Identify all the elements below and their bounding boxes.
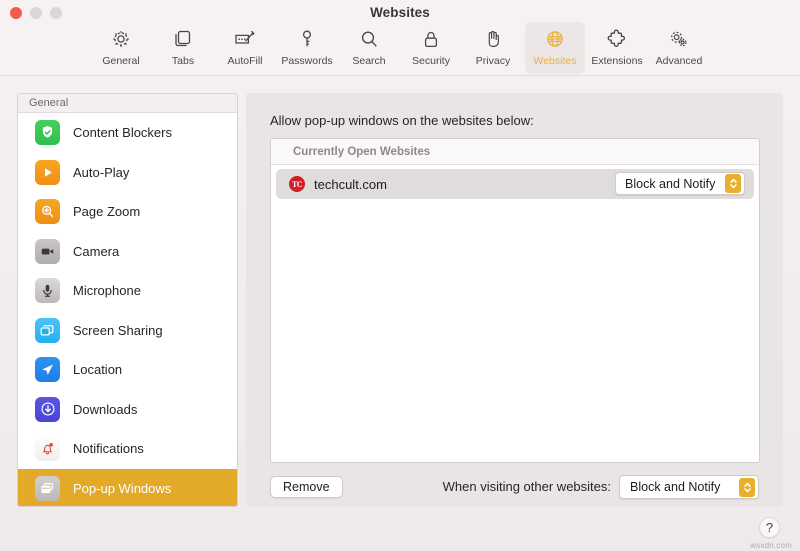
toolbar-label: AutoFill	[227, 55, 263, 67]
sidebar-item-label: Screen Sharing	[73, 322, 163, 338]
preferences-toolbar: General Tabs AutoFill Passwords Search S…	[0, 22, 800, 76]
toolbar-item-general[interactable]: General	[91, 22, 151, 74]
microphone-icon	[35, 278, 60, 304]
sidebar-item-microphone[interactable]: Microphone	[18, 271, 237, 311]
gears-icon	[666, 26, 692, 52]
table-row[interactable]: TC techcult.com Block and Notify	[276, 169, 754, 199]
toolbar-item-tabs[interactable]: Tabs	[153, 22, 213, 74]
chevron-updown-icon[interactable]	[725, 174, 741, 193]
toolbar-item-autofill[interactable]: AutoFill	[215, 22, 275, 74]
sidebar-item-label: Location	[73, 362, 123, 378]
key-icon	[295, 26, 319, 52]
sidebar-item-label: Notifications	[73, 441, 144, 457]
toolbar-label: Search	[352, 55, 386, 67]
site-popup-setting-select[interactable]: Block and Notify	[615, 172, 745, 195]
websites-listbox[interactable]: Currently Open Websites TC techcult.com …	[270, 138, 760, 463]
windows-icon	[35, 475, 60, 501]
tabs-icon	[171, 26, 195, 52]
sidebar-header: General	[18, 94, 237, 113]
sidebar-item-auto-play[interactable]: Auto-Play	[18, 153, 237, 193]
watermark: wsxdn.com	[750, 541, 792, 550]
sidebar-item-content-blockers[interactable]: Content Blockers	[18, 113, 237, 153]
sidebar-item-pop-up-windows[interactable]: Pop-up Windows	[18, 468, 237, 506]
site-domain: techcult.com	[314, 176, 387, 192]
toolbar-label: General	[102, 55, 140, 67]
sidebar-item-downloads[interactable]: Downloads	[18, 390, 237, 430]
sidebar-item-camera[interactable]: Camera	[18, 232, 237, 272]
sidebar-item-label: Pop-up Windows	[73, 480, 172, 496]
toolbar-label: Tabs	[171, 55, 195, 67]
screen-share-icon	[35, 317, 60, 343]
sidebar-item-label: Auto-Play	[73, 164, 130, 180]
window-title: Websites	[370, 5, 430, 20]
hand-icon	[481, 26, 505, 52]
sidebar-item-label: Downloads	[73, 401, 138, 417]
sidebar-list: Content Blockers Auto-Play Page Zoom Cam…	[18, 113, 237, 506]
globe-icon	[543, 26, 567, 52]
toolbar-item-websites[interactable]: Websites	[525, 22, 585, 74]
download-icon	[35, 396, 60, 422]
favicon-icon: TC	[289, 176, 305, 192]
sidebar-item-page-zoom[interactable]: Page Zoom	[18, 192, 237, 232]
other-websites-label: When visiting other websites:	[442, 479, 611, 494]
remove-button-label: Remove	[283, 480, 330, 494]
sidebar-item-screen-sharing[interactable]: Screen Sharing	[18, 311, 237, 351]
sidebar-item-label: Microphone	[73, 283, 141, 299]
sidebar-item-label: Content Blockers	[73, 125, 172, 141]
select-value: Block and Notify	[625, 176, 716, 191]
panel-heading: Allow pop-up windows on the websites bel…	[270, 113, 534, 128]
detail-panel: Allow pop-up windows on the websites bel…	[246, 93, 783, 507]
toolbar-label: Privacy	[475, 55, 511, 67]
location-arrow-icon	[35, 357, 60, 383]
content-area: General Content Blockers Auto-Play Page …	[0, 76, 800, 551]
magnifier-plus-icon	[35, 199, 60, 225]
safari-preferences-window: Websites General Tabs AutoFill Passwords…	[0, 0, 800, 551]
sidebar-item-label: Camera	[73, 243, 120, 259]
toolbar-item-search[interactable]: Search	[339, 22, 399, 74]
toolbar-item-security[interactable]: Security	[401, 22, 461, 74]
toolbar-label: Passwords	[281, 55, 333, 67]
camera-icon	[35, 238, 60, 264]
remove-button[interactable]: Remove	[270, 476, 343, 498]
chevron-updown-icon[interactable]	[739, 477, 755, 497]
lock-icon	[419, 26, 443, 52]
sidebar-item-location[interactable]: Location	[18, 350, 237, 390]
toolbar-label: Websites	[533, 55, 577, 67]
bell-icon	[35, 436, 60, 462]
listbox-section-header: Currently Open Websites	[271, 139, 759, 165]
toolbar-label: Extensions	[591, 55, 643, 67]
help-button[interactable]: ?	[759, 517, 780, 538]
autofill-icon	[232, 26, 258, 52]
gear-icon	[109, 26, 133, 52]
toolbar-item-extensions[interactable]: Extensions	[587, 22, 647, 74]
sidebar-item-notifications[interactable]: Notifications	[18, 429, 237, 469]
select-value: Block and Notify	[630, 480, 721, 494]
toolbar-label: Advanced	[655, 55, 703, 67]
toolbar-item-advanced[interactable]: Advanced	[649, 22, 709, 74]
shield-check-icon	[35, 120, 60, 146]
puzzle-icon	[604, 26, 630, 52]
toolbar-item-passwords[interactable]: Passwords	[277, 22, 337, 74]
settings-sidebar: General Content Blockers Auto-Play Page …	[17, 93, 238, 507]
sidebar-item-label: Page Zoom	[73, 204, 141, 220]
other-websites-select[interactable]: Block and Notify	[619, 475, 759, 499]
magnifier-icon	[357, 26, 381, 52]
toolbar-item-privacy[interactable]: Privacy	[463, 22, 523, 74]
toolbar-label: Security	[412, 55, 450, 67]
play-icon	[35, 159, 60, 185]
question-mark-icon: ?	[765, 520, 774, 535]
